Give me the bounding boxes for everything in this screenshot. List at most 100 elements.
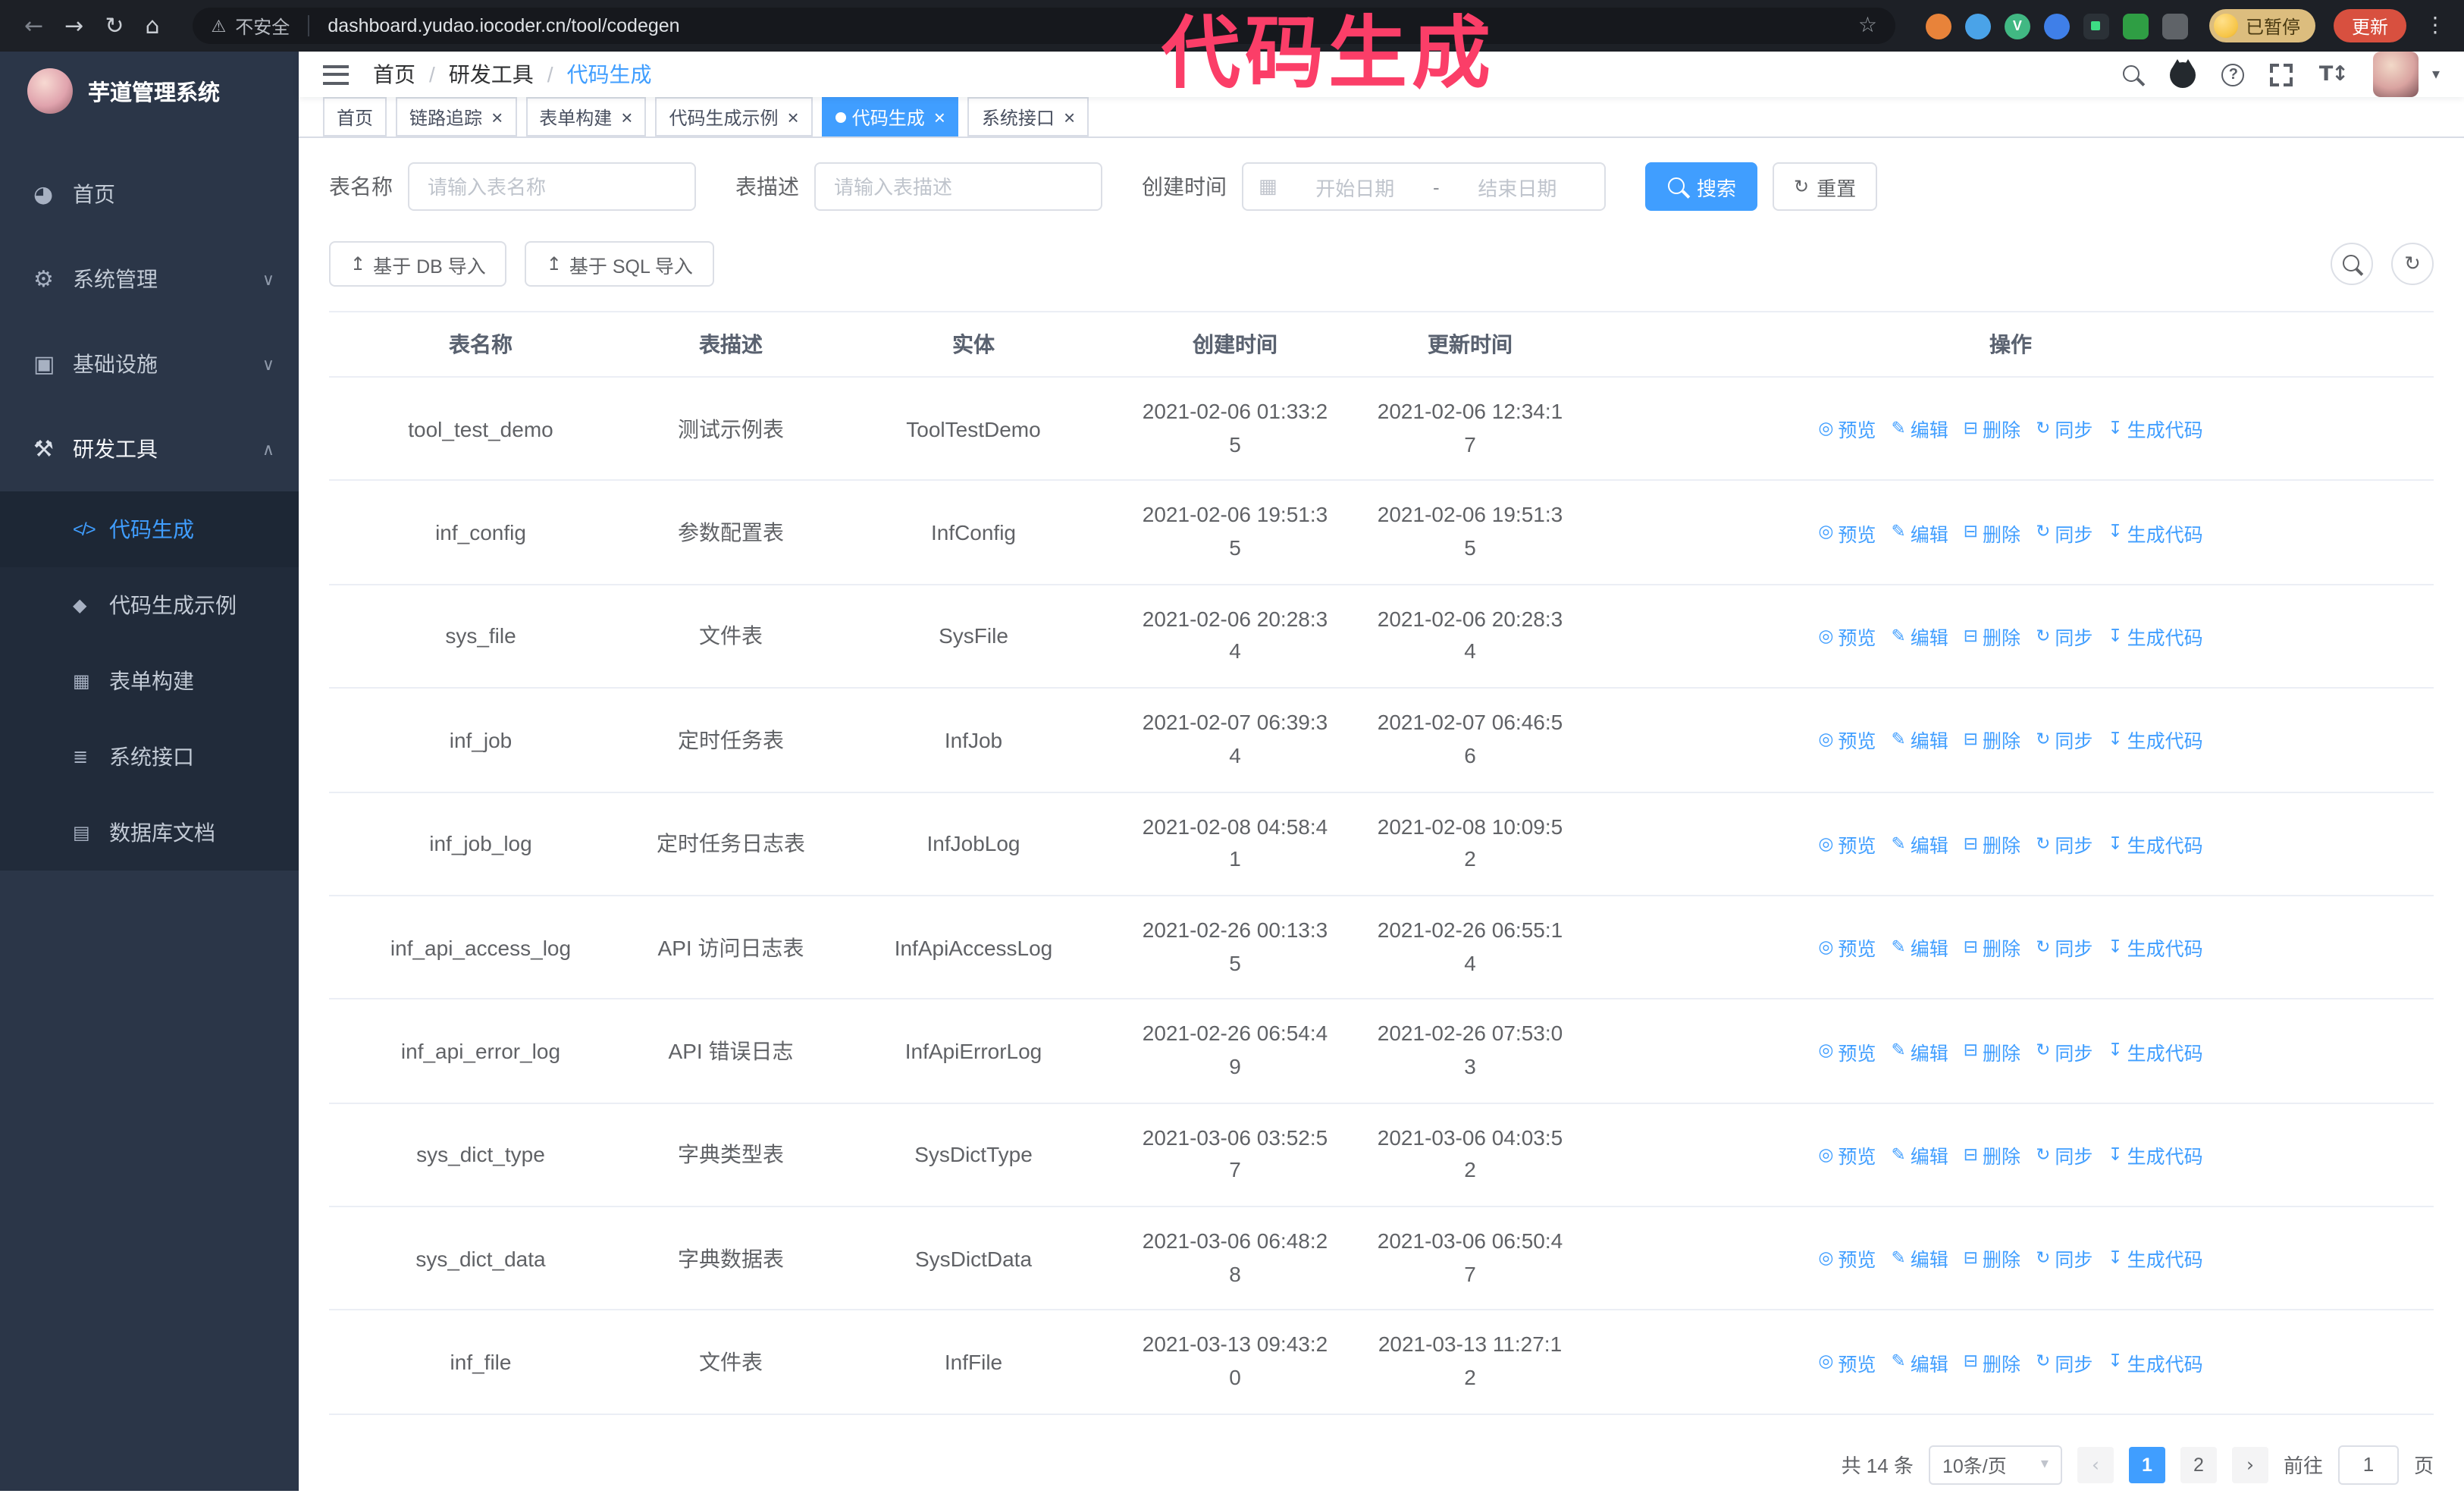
- delete-link[interactable]: ⊟ 删除: [1964, 726, 2020, 755]
- delete-link[interactable]: ⊟ 删除: [1964, 1348, 2020, 1376]
- goto-page-input[interactable]: [2337, 1445, 2399, 1485]
- sidebar-item-db-docs[interactable]: ▤ 数据库文档: [0, 795, 299, 871]
- edit-link[interactable]: ✎ 编辑: [1891, 830, 1948, 858]
- sidebar-item-system-api[interactable]: ≣ 系统接口: [0, 719, 299, 795]
- tab-codegen-demo[interactable]: 代码生成示例 ×: [655, 97, 813, 136]
- sync-link[interactable]: ↻ 同步: [2036, 1037, 2093, 1065]
- delete-link[interactable]: ⊟ 删除: [1964, 1037, 2020, 1065]
- sync-link[interactable]: ↻ 同步: [2036, 622, 2093, 651]
- generate-code-link[interactable]: ↧ 生成代码: [2108, 1244, 2202, 1273]
- generate-code-link[interactable]: ↧ 生成代码: [2108, 933, 2202, 962]
- sidebar-toggle-hamburger-icon[interactable]: [323, 64, 349, 84]
- edit-link[interactable]: ✎ 编辑: [1891, 1141, 1948, 1169]
- table-name-input[interactable]: [408, 162, 696, 211]
- sync-link[interactable]: ↻ 同步: [2036, 1244, 2093, 1273]
- reload-icon[interactable]: ↻: [105, 14, 124, 37]
- address-bar[interactable]: ⚠ 不安全 dashboard.yudao.iocoder.cn/tool/co…: [193, 8, 1895, 44]
- page-size-select[interactable]: 10条/页 ▾: [1928, 1445, 2062, 1485]
- sidebar-item-system-management[interactable]: ⚙ 系统管理 ∨: [0, 237, 299, 322]
- prev-page-button[interactable]: ‹: [2077, 1446, 2114, 1483]
- edit-link[interactable]: ✎ 编辑: [1891, 518, 1948, 547]
- close-icon[interactable]: ×: [1064, 107, 1075, 127]
- extension-icon[interactable]: [2122, 13, 2149, 39]
- edit-link[interactable]: ✎ 编辑: [1891, 1244, 1948, 1273]
- table-desc-input[interactable]: [814, 162, 1102, 211]
- generate-code-link[interactable]: ↧ 生成代码: [2108, 726, 2202, 755]
- sidebar-item-infrastructure[interactable]: ▣ 基础设施 ∨: [0, 322, 299, 406]
- preview-link[interactable]: ◎ 预览: [1818, 415, 1876, 444]
- back-icon[interactable]: ←: [24, 14, 43, 37]
- home-icon[interactable]: ⌂: [145, 14, 159, 37]
- sync-link[interactable]: ↻ 同步: [2036, 726, 2093, 755]
- chrome-update-button[interactable]: 更新: [2333, 9, 2406, 42]
- sync-link[interactable]: ↻ 同步: [2036, 1348, 2093, 1376]
- breadcrumb-home[interactable]: 首页: [373, 59, 415, 89]
- generate-code-link[interactable]: ↧ 生成代码: [2108, 518, 2202, 547]
- preview-link[interactable]: ◎ 预览: [1818, 518, 1876, 547]
- edit-link[interactable]: ✎ 编辑: [1891, 415, 1948, 444]
- toggle-search-button[interactable]: [2331, 243, 2373, 285]
- preview-link[interactable]: ◎ 预览: [1818, 726, 1876, 755]
- generate-code-link[interactable]: ↧ 生成代码: [2108, 830, 2202, 858]
- app-logo[interactable]: 芋道管理系统: [0, 52, 299, 130]
- close-icon[interactable]: ×: [788, 107, 799, 127]
- sidebar-item-home[interactable]: ◕ 首页: [0, 152, 299, 237]
- edit-link[interactable]: ✎ 编辑: [1891, 622, 1948, 651]
- generate-code-link[interactable]: ↧ 生成代码: [2108, 1037, 2202, 1065]
- preview-link[interactable]: ◎ 预览: [1818, 1141, 1876, 1169]
- delete-link[interactable]: ⊟ 删除: [1964, 830, 2020, 858]
- preview-link[interactable]: ◎ 预览: [1818, 1348, 1876, 1376]
- delete-link[interactable]: ⊟ 删除: [1964, 933, 2020, 962]
- sync-link[interactable]: ↻ 同步: [2036, 415, 2093, 444]
- extension-icon[interactable]: [1925, 13, 1951, 39]
- preview-link[interactable]: ◎ 预览: [1818, 1037, 1876, 1065]
- search-icon[interactable]: [2122, 63, 2145, 86]
- vue-devtools-extension-icon[interactable]: [2004, 13, 2030, 39]
- edit-link[interactable]: ✎ 编辑: [1891, 726, 1948, 755]
- sync-link[interactable]: ↻ 同步: [2036, 518, 2093, 547]
- page-button-2[interactable]: 2: [2180, 1446, 2217, 1483]
- refresh-table-button[interactable]: ↻: [2391, 243, 2434, 285]
- tab-form-builder[interactable]: 表单构建 ×: [525, 97, 647, 136]
- create-time-range-picker[interactable]: ▦ 开始日期 - 结束日期: [1242, 162, 1606, 211]
- font-size-icon[interactable]: T↕: [2319, 62, 2349, 86]
- sidebar-item-form-builder[interactable]: ▦ 表单构建: [0, 643, 299, 719]
- preview-link[interactable]: ◎ 预览: [1818, 1244, 1876, 1273]
- forward-icon[interactable]: →: [64, 14, 83, 37]
- extension-icon[interactable]: [2083, 13, 2109, 39]
- tab-system-api[interactable]: 系统接口 ×: [967, 97, 1089, 136]
- tab-code-generation[interactable]: 代码生成 ×: [821, 97, 959, 136]
- bookmark-star-icon[interactable]: ☆: [1858, 14, 1877, 38]
- delete-link[interactable]: ⊟ 删除: [1964, 622, 2020, 651]
- generate-code-link[interactable]: ↧ 生成代码: [2108, 1348, 2202, 1376]
- generate-code-link[interactable]: ↧ 生成代码: [2108, 415, 2202, 444]
- sidebar-item-dev-tools[interactable]: ⚒ 研发工具 ∧: [0, 406, 299, 491]
- sync-link[interactable]: ↻ 同步: [2036, 830, 2093, 858]
- import-from-db-button[interactable]: ↥ 基于 DB 导入: [329, 241, 507, 287]
- sync-link[interactable]: ↻ 同步: [2036, 1141, 2093, 1169]
- import-from-sql-button[interactable]: ↥ 基于 SQL 导入: [525, 241, 714, 287]
- preview-link[interactable]: ◎ 预览: [1818, 830, 1876, 858]
- kebab-menu-icon[interactable]: ⋮: [2425, 14, 2446, 38]
- tab-link-tracing[interactable]: 链路追踪 ×: [396, 97, 517, 136]
- preview-link[interactable]: ◎ 预览: [1818, 933, 1876, 962]
- delete-link[interactable]: ⊟ 删除: [1964, 415, 2020, 444]
- sidebar-item-code-generation[interactable]: </> 代码生成: [0, 491, 299, 567]
- github-icon[interactable]: [2170, 58, 2196, 87]
- sync-link[interactable]: ↻ 同步: [2036, 933, 2093, 962]
- caret-down-icon[interactable]: ▾: [2432, 66, 2440, 83]
- generate-code-link[interactable]: ↧ 生成代码: [2108, 1141, 2202, 1169]
- edit-link[interactable]: ✎ 编辑: [1891, 1348, 1948, 1376]
- tab-home[interactable]: 首页: [323, 97, 387, 136]
- delete-link[interactable]: ⊟ 删除: [1964, 518, 2020, 547]
- edit-link[interactable]: ✎ 编辑: [1891, 933, 1948, 962]
- fullscreen-icon[interactable]: [2270, 63, 2293, 86]
- next-page-button[interactable]: ›: [2231, 1446, 2268, 1483]
- sidebar-item-codegen-demo[interactable]: ◆ 代码生成示例: [0, 567, 299, 643]
- generate-code-link[interactable]: ↧ 生成代码: [2108, 622, 2202, 651]
- reset-button[interactable]: ↻ 重置: [1773, 162, 1878, 211]
- extension-icon[interactable]: [2043, 13, 2070, 39]
- search-button[interactable]: 搜索: [1645, 162, 1758, 211]
- profile-paused-badge[interactable]: 已暂停: [2209, 9, 2315, 42]
- extension-icon[interactable]: [1964, 13, 1991, 39]
